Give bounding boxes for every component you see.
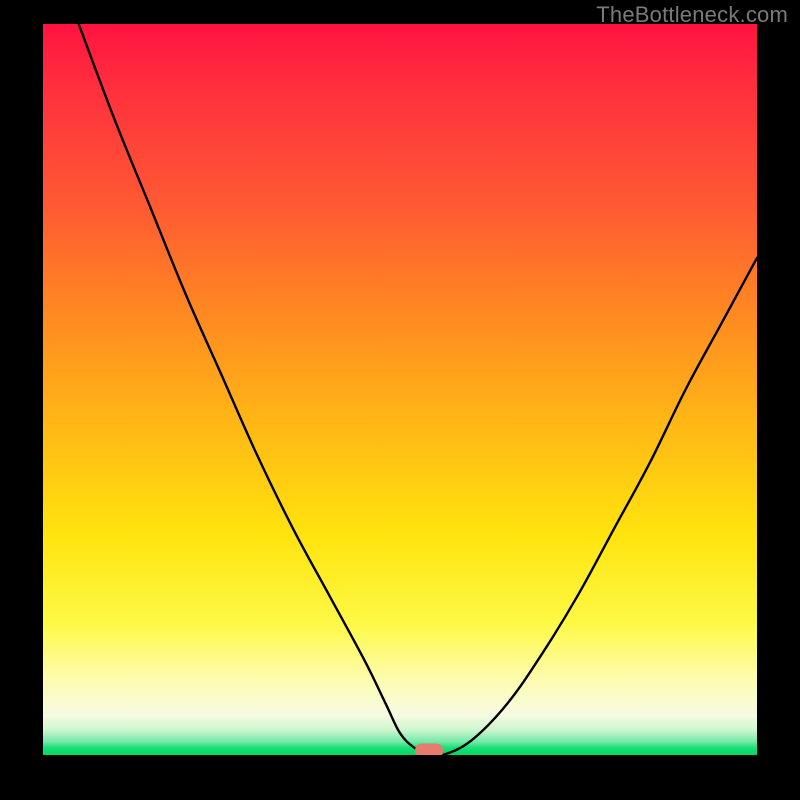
- optimal-point-marker: [415, 744, 443, 756]
- watermark-text: TheBottleneck.com: [596, 2, 788, 28]
- curve-layer: [43, 24, 757, 755]
- chart-frame: TheBottleneck.com: [0, 0, 800, 800]
- bottleneck-curve: [79, 24, 757, 755]
- plot-area: [43, 24, 757, 755]
